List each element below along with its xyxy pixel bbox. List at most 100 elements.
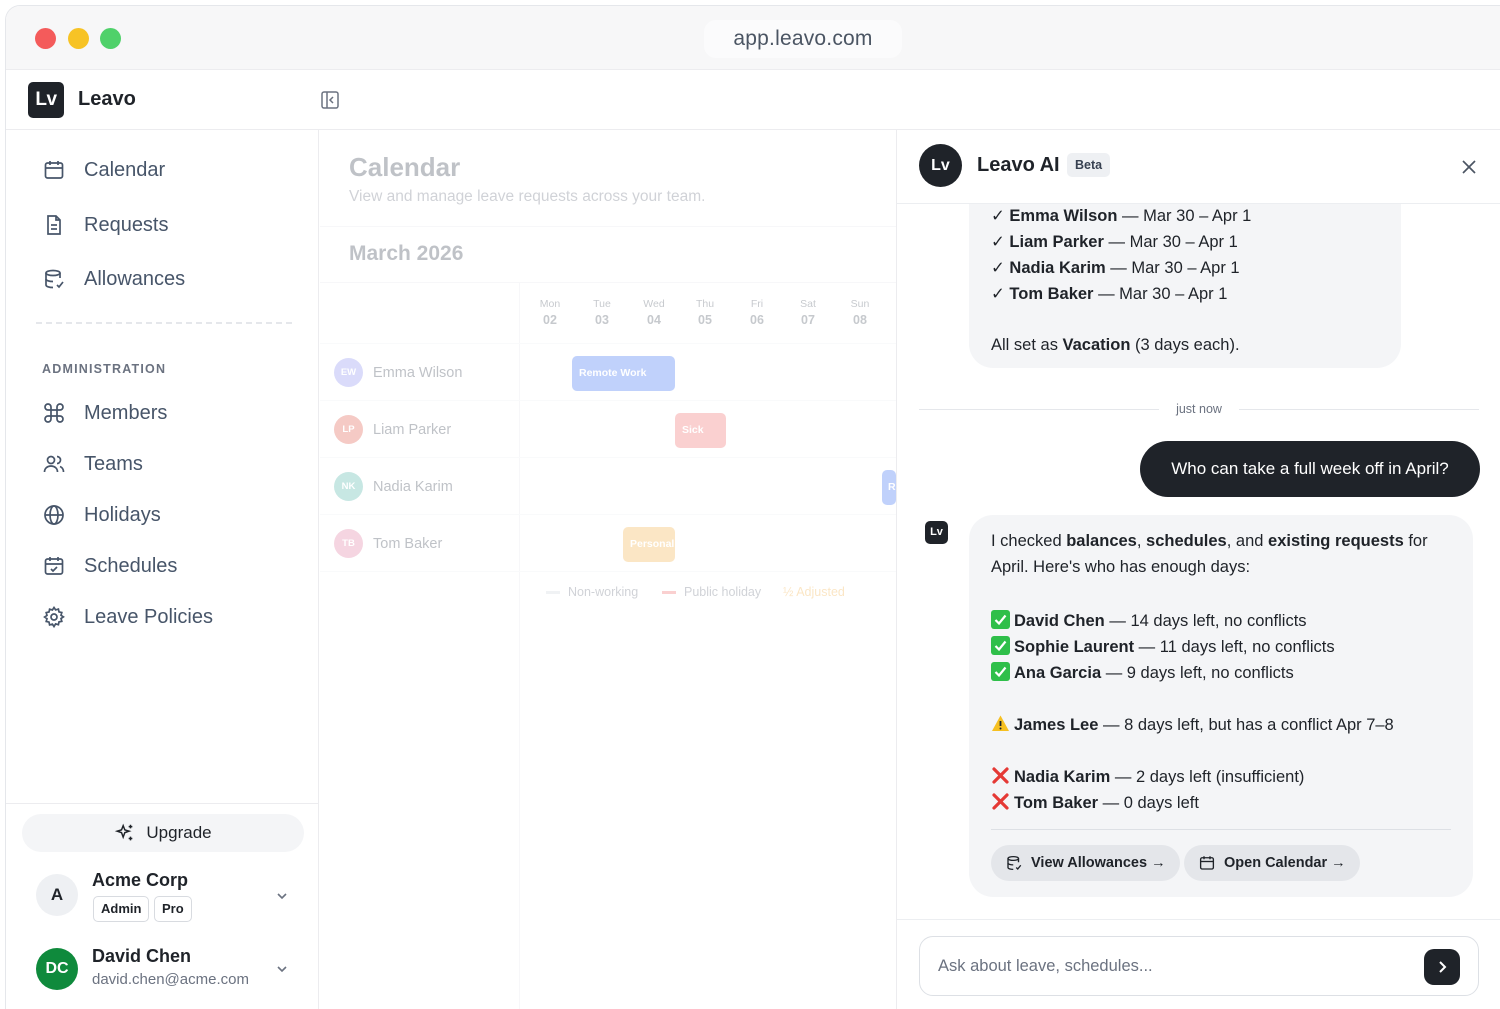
table-row[interactable]: EW Emma Wilson [334,358,462,387]
page-title: Calendar [349,152,461,182]
user-email: david.chen@acme.com [92,971,249,988]
administration-section-label: ADMINISTRATION [42,362,167,376]
avatar: DC [36,948,78,990]
sidebar-footer: Upgrade A Acme Corp Admin Pro DC David C… [6,803,319,1009]
table-row[interactable]: TB Tom Baker [334,529,442,558]
user-message: Who can take a full week off in April? [1140,441,1480,497]
timestamp: just now [1176,402,1222,416]
day-header: Thu 05 [695,298,715,327]
row-divider [320,457,896,458]
calendar-icon [44,161,64,179]
address-bar[interactable]: app.leavo.com [704,20,902,58]
user-name[interactable]: David Chen [92,946,191,967]
day-header: Fri 06 [750,298,764,327]
minimize-window-button[interactable] [68,28,89,49]
org-name[interactable]: Acme Corp [92,870,188,891]
browser-titlebar: app.leavo.com [6,6,1500,70]
send-button[interactable] [1424,949,1460,985]
ai-assistant-panel: Lv Leavo AI Beta ✓ Emma Wilson — Mar 30 … [896,130,1500,1009]
globe-icon [44,505,64,525]
list-item: Tom Baker — 0 days left [991,792,1199,813]
chat-messages: ✓ Emma Wilson — Mar 30 – Apr 1 ✓ Liam Pa… [897,204,1500,919]
message-text: April. Here's who has enough days: [991,558,1251,576]
message-summary: All set as Vacation (3 days each). [991,336,1240,354]
legend-swatch [662,590,676,594]
calendar-check-icon [44,557,64,575]
collapse-sidebar-icon[interactable] [320,90,340,110]
sidebar-item-requests[interactable]: Requests [42,208,169,242]
leave-block-sick[interactable]: Sick [675,413,726,448]
button-label: View Allowances → [1031,855,1166,871]
open-calendar-button[interactable]: Open Calendar → [1184,845,1360,881]
sidebar-item-label: Holidays [84,503,161,526]
sidebar-item-label: Allowances [84,267,186,290]
app-logo[interactable]: Lv [28,82,64,118]
sidebar-divider [36,322,292,324]
row-divider [320,343,896,344]
divider [320,282,896,283]
cross-icon [992,793,1009,810]
view-allowances-button[interactable]: View Allowances → [991,845,1180,881]
sidebar-item-label: Requests [84,213,169,236]
leave-block-remote-work[interactable]: R [882,470,896,505]
person-name: Tom Baker [373,535,443,552]
assistant-message: ✓ Emma Wilson — Mar 30 – Apr 1 ✓ Liam Pa… [969,204,1401,368]
check-box-icon [991,610,1010,629]
chevron-right-icon [1439,961,1447,973]
list-item: ✓ Liam Parker — Mar 30 – Apr 1 [991,233,1238,251]
check-box-icon [991,662,1010,681]
check-box-icon [991,636,1010,655]
ai-panel-title: Leavo AI [977,154,1060,176]
chat-input[interactable] [938,937,1408,995]
divider [991,829,1451,830]
sidebar-item-label: Members [84,401,168,424]
timestamp-divider: just now [919,400,1479,420]
ai-logo: Lv [919,144,962,187]
sidebar-item-label: Teams [84,452,143,475]
org-chevron-down-icon[interactable] [274,888,290,904]
legend-swatch [546,590,560,594]
list-item: ✓ Nadia Karim — Mar 30 – Apr 1 [991,259,1240,277]
org-avatar: A [36,874,78,916]
list-item: David Chen — 14 days left, no conflicts [991,610,1307,631]
chat-composer [897,919,1500,1009]
sidebar-item-calendar[interactable]: Calendar [42,153,165,187]
sidebar-item-schedules[interactable]: Schedules [42,549,177,583]
list-item: James Lee — 8 days left, but has a confl… [991,714,1394,735]
upgrade-button[interactable]: Upgrade [22,814,304,852]
table-row[interactable]: NK Nadia Karim [334,472,453,501]
warning-icon [992,715,1009,731]
sidebar-item-label: Schedules [84,554,178,577]
close-icon[interactable] [1460,158,1478,176]
divider [519,282,520,1009]
divider [320,226,896,227]
legend-item: Public holiday [662,585,761,599]
sidebar-item-teams[interactable]: Teams [42,447,143,481]
table-row[interactable]: LP Liam Parker [334,415,451,444]
sidebar-item-label: Calendar [84,158,166,181]
maximize-window-button[interactable] [100,28,121,49]
leave-block-remote-work[interactable]: Remote Work [572,356,675,391]
person-name: Emma Wilson [373,364,463,381]
calendar-main: Calendar View and manage leave requests … [320,130,896,1009]
sidebar-item-holidays[interactable]: Holidays [42,498,161,532]
chat-input-box [919,936,1479,996]
assistant-message: I checked balances, schedules, and exist… [969,515,1473,897]
sidebar-item-allowances[interactable]: Allowances [42,262,185,296]
sidebar-item-members[interactable]: Members [42,396,167,430]
user-chevron-down-icon[interactable] [274,961,290,977]
leave-block-personal[interactable]: Personal [623,527,675,562]
button-label: Open Calendar → [1224,855,1346,871]
users-icon [43,455,65,473]
sidebar: Calendar Requests Allowances ADMINISTRAT… [6,130,319,1009]
row-divider [320,400,896,401]
row-divider [320,571,896,572]
legend-item: Non-working [546,585,638,599]
sidebar-item-label: Leave Policies [84,605,213,628]
avatar: EW [334,358,363,387]
close-window-button[interactable] [35,28,56,49]
day-header: Sat 07 [800,298,816,327]
ai-panel-header: Lv Leavo AI Beta [897,130,1500,204]
sidebar-item-leave-policies[interactable]: Leave Policies [42,600,213,634]
month-label: March 2026 [349,242,464,265]
